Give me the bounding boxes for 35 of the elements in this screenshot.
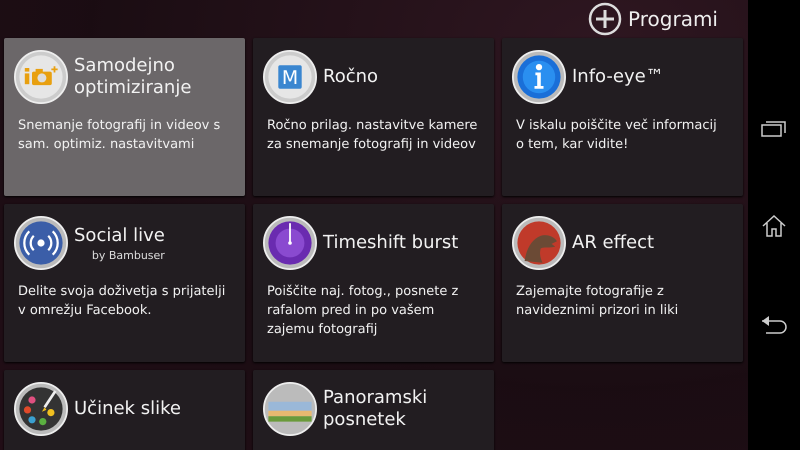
app-tile[interactable]: Učinek slike: [4, 370, 245, 450]
tile-description: Ročno prilag. nastavitve kamere za snemanje fotografij in videov: [267, 117, 478, 154]
tile-description: Zajemajte fotografije z navideznimi prizori in liki: [516, 283, 680, 320]
letter-badge-icon: M: [263, 50, 317, 104]
tile-description: V iskalu poiščite več informacij o tem, kar vidite!: [516, 117, 718, 154]
landscape-icon: [263, 382, 317, 436]
palette-icon: [14, 382, 68, 436]
app-tile[interactable]: Timeshift burst Poiščite naj. fotog., posnete z rafalom pred in po vašem zajemu fotografij: [253, 204, 494, 362]
clock-icon: [263, 216, 317, 270]
tile-title: Učinek slike: [74, 398, 181, 420]
app-tile[interactable]: Social live by Bambuser Delite svoja doživetja s prijatelji v omrežju Facebook.: [4, 204, 245, 362]
home-icon[interactable]: [761, 214, 787, 238]
app-tile[interactable]: AR effect Zajemajte fotografije z navideznimi prizori in liki: [502, 204, 743, 362]
tile-description: Delite svoja doživetja s prijatelji v omrežju Facebook.: [18, 283, 226, 320]
plus-icon: [588, 2, 622, 36]
tile-title: Info-eye™: [572, 66, 664, 88]
add-programs-button[interactable]: Programi: [584, 0, 722, 38]
camera-icon: [14, 50, 68, 104]
tile-title: Samodejno optimiziranje: [74, 55, 192, 99]
info-icon: [512, 50, 566, 104]
back-icon[interactable]: [760, 314, 788, 336]
tile-title: Timeshift burst: [323, 232, 458, 254]
broadcast-icon: [14, 216, 68, 270]
app-tile[interactable]: M Ročno Ročno prilag. nastavitve kamere za snemanje fotografij in videov: [253, 38, 494, 196]
app-tile[interactable]: Panoramski posnetek: [253, 370, 494, 450]
app-tile[interactable]: Samodejno optimiziranje Snemanje fotografij in videov s sam. optimiz. nastavitvami: [4, 38, 245, 196]
tile-description: Poiščite naj. fotog., posnete z rafalom pred in po vašem zajemu fotografij: [267, 283, 460, 339]
tile-title: Panoramski posnetek: [323, 387, 428, 431]
tile-description: Snemanje fotografij in videov s sam. optimiz. nastavitvami: [18, 117, 222, 154]
tile-title: Ročno: [323, 66, 378, 88]
tile-subtitle: by Bambuser: [92, 248, 165, 262]
app-tile[interactable]: Info-eye™ V iskalu poiščite več informacij o tem, kar vidite!: [502, 38, 743, 196]
tile-title: AR effect: [572, 232, 654, 254]
tile-title: Social live: [74, 224, 165, 246]
recent-apps-icon[interactable]: [761, 118, 787, 136]
